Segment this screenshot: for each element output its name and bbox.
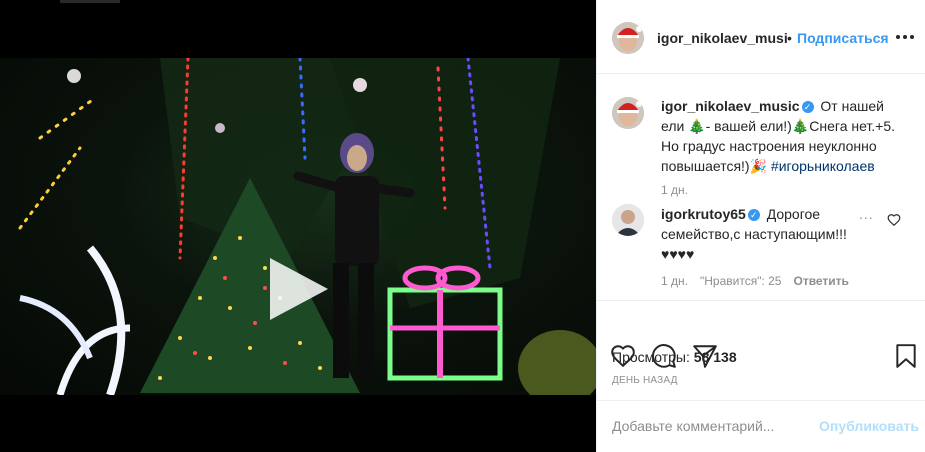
comment-likes[interactable]: "Нравится": 25: [700, 274, 782, 288]
header-separator: •: [787, 30, 792, 46]
caption-avatar[interactable]: [612, 97, 644, 129]
verified-badge-icon: ✓: [801, 101, 814, 113]
verified-badge-icon: ✓: [747, 209, 760, 221]
caption-username[interactable]: igor_nikolaev_music: [661, 98, 800, 114]
comment-time[interactable]: 1 дн.: [661, 274, 688, 288]
comment-username[interactable]: igorkrutoy65: [661, 206, 746, 222]
publish-button[interactable]: Опубликовать: [819, 418, 919, 434]
comments-list[interactable]: igor_nikolaev_music ✓ От нашей ели 🎄- ваш…: [597, 74, 925, 300]
video-frame-image: [18, 58, 596, 395]
caption-hashtag[interactable]: #игорьниколаев: [771, 158, 875, 174]
media-pane: [0, 0, 596, 452]
post-header: igor_nikolaev_musi • Подписаться: [597, 0, 925, 74]
views-count[interactable]: Просмотры: 58 138: [612, 349, 737, 365]
author-username[interactable]: igor_nikolaev_musi: [657, 30, 788, 46]
caption-time[interactable]: 1 дн.: [661, 183, 688, 197]
post-actions: Просмотры: 58 138 ДЕНЬ НАЗАД: [597, 300, 925, 412]
comment-body: igorkrutoy65 ✓ Дорогое семейство,с наступ…: [661, 204, 861, 264]
bookmark-icon[interactable]: [893, 343, 919, 369]
commenter-avatar[interactable]: [612, 204, 644, 236]
views-label: Просмотры:: [612, 349, 690, 365]
top-divider: [60, 0, 120, 3]
more-horizontal-icon[interactable]: [894, 27, 916, 47]
comment-like-icon[interactable]: [887, 213, 901, 227]
comment-options-button[interactable]: ...: [859, 206, 874, 222]
play-icon: [270, 258, 328, 320]
play-button[interactable]: [262, 254, 332, 324]
author-avatar[interactable]: [612, 22, 644, 54]
comment-input[interactable]: [612, 415, 812, 437]
follow-button[interactable]: Подписаться: [797, 30, 889, 46]
post-caption: igor_nikolaev_music ✓ От нашей ели 🎄- ваш…: [661, 96, 911, 176]
views-number: 58 138: [693, 349, 737, 365]
post-timestamp[interactable]: ДЕНЬ НАЗАД: [612, 375, 678, 386]
reply-button[interactable]: Ответить: [793, 274, 848, 288]
post-panel: igor_nikolaev_musi • Подписаться igor_ni…: [596, 0, 925, 452]
add-comment-bar: Опубликовать: [597, 400, 925, 452]
video-player[interactable]: [0, 58, 596, 395]
comment-meta: 1 дн. "Нравится": 25 Ответить: [661, 274, 861, 288]
